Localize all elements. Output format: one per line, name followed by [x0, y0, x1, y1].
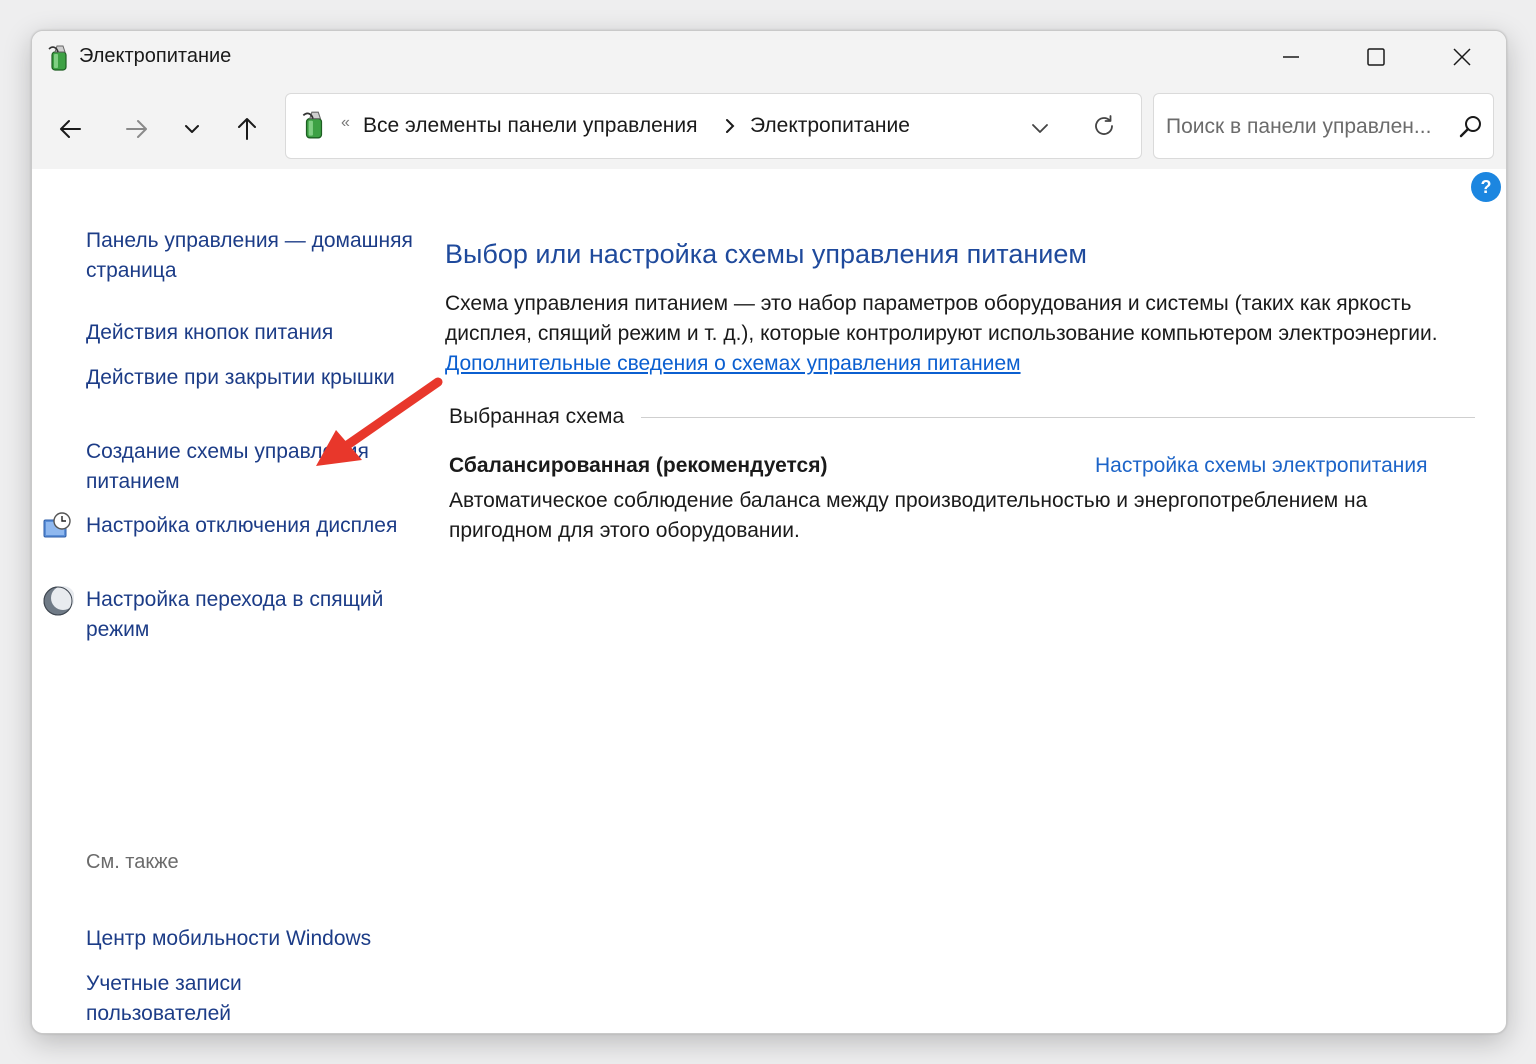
description-text: Схема управления питанием — это набор па… [445, 292, 1438, 345]
address-history-dropdown[interactable] [1022, 114, 1058, 142]
search-icon[interactable] [1458, 114, 1484, 140]
sidebar-link-sleep-settings[interactable]: Настройка перехода в спящий режим [86, 585, 416, 645]
see-also-link-mobility-center[interactable]: Центр мобильности Windows [86, 924, 416, 954]
power-options-icon [48, 45, 67, 71]
breadcrumb-power-options[interactable]: Электропитание [750, 114, 910, 138]
title-bar[interactable]: Электропитание [32, 31, 1506, 83]
sidebar: Панель управления — домашняя страница Де… [32, 169, 443, 1033]
chevron-down-icon [1032, 124, 1048, 133]
arrow-right-icon [126, 120, 147, 138]
help-button[interactable]: ? [1471, 172, 1501, 202]
refresh-icon [1095, 115, 1113, 135]
sidebar-link-create-power-plan[interactable]: Создание схемы управления питанием [86, 437, 416, 497]
monitor-clock-icon [43, 512, 71, 538]
address-bar[interactable]: « Все элементы панели управления Электро… [285, 93, 1142, 159]
power-plans-info-link[interactable]: Дополнительные сведения о схемах управле… [445, 352, 1021, 375]
maximize-button[interactable] [1333, 31, 1419, 83]
search-input[interactable] [1164, 108, 1450, 146]
plan-description: Автоматическое соблюдение баланса между … [449, 489, 1368, 542]
main-panel: Выбор или настройка схемы управления пит… [445, 169, 1485, 1033]
page-title: Выбор или настройка схемы управления пит… [445, 239, 1087, 269]
change-plan-settings-link[interactable]: Настройка схемы электропитания [1095, 454, 1427, 478]
back-button[interactable] [49, 107, 93, 151]
forward-button[interactable] [114, 107, 158, 151]
breadcrumb-overflow[interactable]: « [341, 114, 350, 132]
recent-locations-button[interactable] [170, 107, 214, 151]
maximize-icon [1367, 48, 1385, 66]
window-title: Электропитание [79, 45, 232, 67]
arrow-left-icon [60, 120, 81, 138]
plan-name: Сбалансированная (рекомендуется) [449, 454, 828, 477]
sidebar-link-power-button-actions[interactable]: Действия кнопок питания [86, 318, 416, 348]
selected-plan-group-label: Выбранная схема [449, 405, 625, 428]
search-box[interactable] [1153, 93, 1494, 159]
minimize-icon [1283, 56, 1299, 58]
see-also-heading: См. также [86, 851, 179, 873]
refresh-button[interactable] [1086, 110, 1122, 142]
content-area: Панель управления — домашняя страница Де… [32, 169, 1506, 1033]
sidebar-link-control-panel-home[interactable]: Панель управления — домашняя страница [86, 226, 416, 286]
arrow-up-icon [238, 118, 256, 140]
close-icon [1453, 48, 1471, 66]
chevron-down-icon [185, 125, 199, 133]
group-divider [641, 417, 1475, 418]
close-button[interactable] [1419, 31, 1505, 83]
up-button[interactable] [225, 107, 269, 151]
navigation-toolbar: « Все элементы панели управления Электро… [32, 83, 1506, 169]
page-description: Схема управления питанием — это набор па… [445, 289, 1485, 379]
sidebar-link-lid-close-action[interactable]: Действие при закрытии крышки [86, 363, 416, 393]
moon-icon [43, 586, 74, 616]
chevron-right-icon[interactable] [724, 116, 736, 136]
sidebar-link-display-off-settings[interactable]: Настройка отключения дисплея [86, 511, 416, 541]
minimize-button[interactable] [1248, 31, 1334, 83]
power-options-window: Электропитание « Все элементы панели упр… [31, 30, 1507, 1034]
breadcrumb-all-control-panel-items[interactable]: Все элементы панели управления [363, 114, 697, 138]
see-also-link-user-accounts[interactable]: Учетные записи пользователей [86, 969, 286, 1029]
power-options-icon [302, 111, 323, 139]
